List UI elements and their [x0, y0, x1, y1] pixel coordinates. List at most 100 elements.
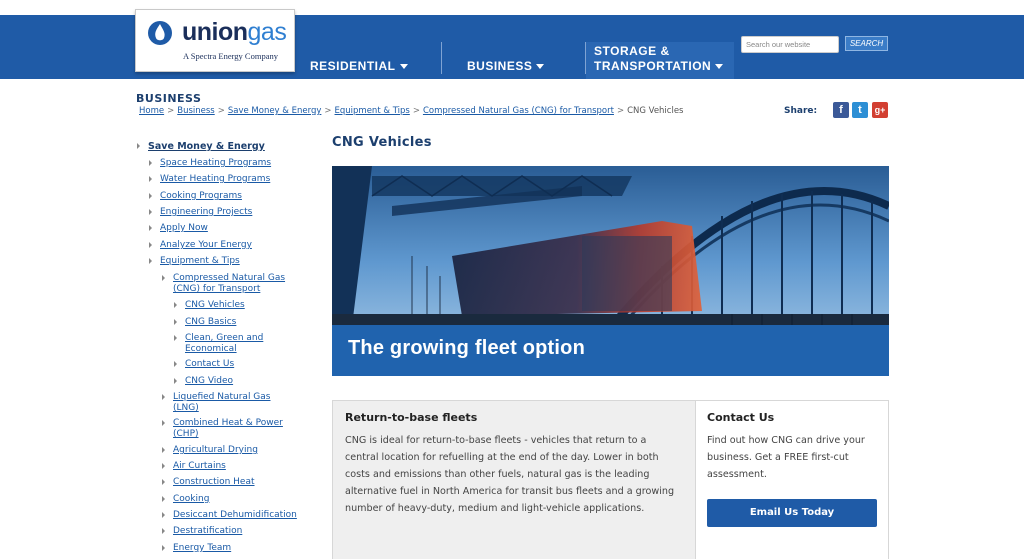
leftnav-label[interactable]: Air Curtains [173, 461, 226, 471]
bullet-icon [162, 512, 165, 518]
breadcrumb-separator: > [412, 106, 420, 116]
flame-icon [148, 21, 172, 45]
nav-storage-label-2: TRANSPORTATION [594, 59, 734, 74]
bullet-icon [149, 160, 152, 166]
bullet-icon [162, 528, 165, 534]
leftnav-label[interactable]: Engineering Projects [160, 207, 252, 217]
info-heading: Return-to-base fleets [345, 411, 478, 424]
leftnav-item-clean-green[interactable]: Clean, Green and Economical [174, 333, 263, 355]
hero-caption: The growing fleet option [332, 325, 889, 376]
leftnav-item-air-curtains[interactable]: Air Curtains [162, 461, 226, 472]
breadcrumb-separator: > [324, 106, 332, 116]
leftnav-item-construction[interactable]: Construction Heat [162, 477, 255, 488]
leftnav-label[interactable]: Apply Now [160, 223, 208, 233]
leftnav-item-lng[interactable]: Liquefied Natural Gas (LNG) [162, 392, 270, 414]
leftnav-label[interactable]: Cooking Programs [160, 191, 242, 201]
leftnav-label[interactable]: Liquefied Natural Gas (LNG) [173, 392, 270, 413]
leftnav-item-equipment[interactable]: Equipment & Tips [149, 256, 240, 267]
logo-tagline: A Spectra Energy Company [183, 51, 278, 61]
bullet-icon [137, 143, 140, 149]
breadcrumb-business[interactable]: Business [177, 106, 214, 116]
breadcrumb: Home > Business > Save Money & Energy > Equipm… [139, 106, 684, 116]
facebook-icon[interactable]: f [833, 102, 849, 118]
bullet-icon [174, 361, 177, 367]
leftnav-label[interactable]: Cooking [173, 494, 209, 504]
bullet-icon [162, 463, 165, 469]
leftnav-item-save-money[interactable]: Save Money & Energy [137, 141, 265, 153]
leftnav-item-destratification[interactable]: Destratification [162, 526, 242, 537]
breadcrumb-cng-transport[interactable]: Compressed Natural Gas (CNG) for Transpo… [423, 106, 614, 116]
leftnav-item-cooking[interactable]: Cooking [162, 494, 209, 505]
bullet-icon [162, 496, 165, 502]
bullet-icon [162, 420, 165, 426]
nav-storage-transportation[interactable]: STORAGE & TRANSPORTATION [586, 42, 734, 79]
email-us-button[interactable]: Email Us Today [707, 499, 877, 527]
leftnav-label[interactable]: Desiccant Dehumidification [173, 510, 297, 520]
leftnav-label[interactable]: CNG Video [185, 376, 233, 386]
search-input[interactable]: Search our website [741, 36, 839, 53]
google-plus-icon[interactable]: g+ [872, 102, 888, 118]
breadcrumb-save-money[interactable]: Save Money & Energy [228, 106, 322, 116]
bullet-icon [149, 176, 152, 182]
leftnav-item-contact-us[interactable]: Contact Us [174, 359, 234, 370]
leftnav-item-cng-transport[interactable]: Compressed Natural Gas (CNG) for Transpor… [162, 273, 285, 295]
contact-heading: Contact Us [707, 411, 775, 424]
leftnav-item-cng-video[interactable]: CNG Video [174, 376, 233, 387]
leftnav-item-desiccant[interactable]: Desiccant Dehumidification [162, 510, 297, 521]
chevron-down-icon [715, 64, 724, 70]
twitter-icon[interactable]: t [852, 102, 868, 118]
leftnav-item-cooking-programs[interactable]: Cooking Programs [149, 191, 242, 202]
leftnav-label[interactable]: Space Heating Programs [160, 158, 271, 168]
bullet-icon [149, 209, 152, 215]
leftnav-item-analyze[interactable]: Analyze Your Energy [149, 240, 252, 251]
breadcrumb-home[interactable]: Home [139, 106, 164, 116]
leftnav-item-space-heating[interactable]: Space Heating Programs [149, 158, 271, 169]
leftnav-item-energy-team[interactable]: Energy Team [162, 543, 231, 554]
search-button[interactable]: SEARCH [845, 36, 888, 51]
leftnav-label[interactable]: Destratification [173, 526, 242, 536]
leftnav-item-engineering[interactable]: Engineering Projects [149, 207, 252, 218]
nav-residential[interactable]: RESIDENTIAL [310, 59, 408, 96]
chevron-down-icon [536, 64, 545, 70]
breadcrumb-current: CNG Vehicles [627, 106, 684, 116]
return-to-base-panel: Return-to-base fleets CNG is ideal for r… [332, 400, 696, 559]
leftnav-label[interactable]: Water Heating Programs [160, 174, 270, 184]
leftnav-item-cng-basics[interactable]: CNG Basics [174, 317, 236, 328]
bullet-icon [174, 378, 177, 384]
chevron-down-icon [399, 64, 408, 70]
breadcrumb-separator: > [167, 106, 175, 116]
bullet-icon [162, 394, 165, 400]
union-gas-logo[interactable]: uniongas A Spectra Energy Company [135, 9, 295, 72]
leftnav-label[interactable]: Combined Heat & Power (CHP) [173, 418, 283, 439]
breadcrumb-separator: > [616, 106, 625, 116]
share-label: Share: [784, 106, 818, 116]
nav-divider [441, 42, 442, 74]
leftnav-item-water-heating[interactable]: Water Heating Programs [149, 174, 270, 185]
leftnav-label[interactable]: Analyze Your Energy [160, 240, 252, 250]
leftnav-item-cng-vehicles[interactable]: CNG Vehicles [174, 300, 245, 311]
leftnav-label[interactable]: Equipment & Tips [160, 256, 240, 266]
page-title: CNG Vehicles [332, 135, 432, 150]
nav-business-label: BUSINESS [467, 59, 533, 73]
leftnav-label[interactable]: Save Money & Energy [148, 141, 265, 152]
nav-business[interactable]: BUSINESS [467, 59, 545, 96]
leftnav-label[interactable]: CNG Basics [185, 317, 236, 327]
leftnav-label[interactable]: Construction Heat [173, 477, 255, 487]
leftnav-label[interactable]: Clean, Green and Economical [185, 333, 263, 354]
leftnav-item-agricultural[interactable]: Agricultural Drying [162, 445, 258, 456]
leftnav-label[interactable]: Compressed Natural Gas (CNG) for Transpor… [173, 273, 285, 294]
bullet-icon [174, 319, 177, 325]
breadcrumb-separator: > [217, 106, 225, 116]
info-body: CNG is ideal for return-to-base fleets -… [345, 435, 675, 514]
leftnav-label[interactable]: Energy Team [173, 543, 231, 553]
section-title: BUSINESS [136, 92, 202, 105]
leftnav-item-chp[interactable]: Combined Heat & Power (CHP) [162, 418, 283, 440]
nav-residential-label: RESIDENTIAL [310, 59, 396, 73]
hero-image [332, 166, 889, 326]
leftnav-label[interactable]: Contact Us [185, 359, 234, 369]
breadcrumb-equipment[interactable]: Equipment & Tips [335, 106, 410, 116]
leftnav-item-apply-now[interactable]: Apply Now [149, 223, 208, 234]
leftnav-label[interactable]: Agricultural Drying [173, 445, 258, 455]
bullet-icon [162, 545, 165, 551]
leftnav-label[interactable]: CNG Vehicles [185, 300, 245, 310]
